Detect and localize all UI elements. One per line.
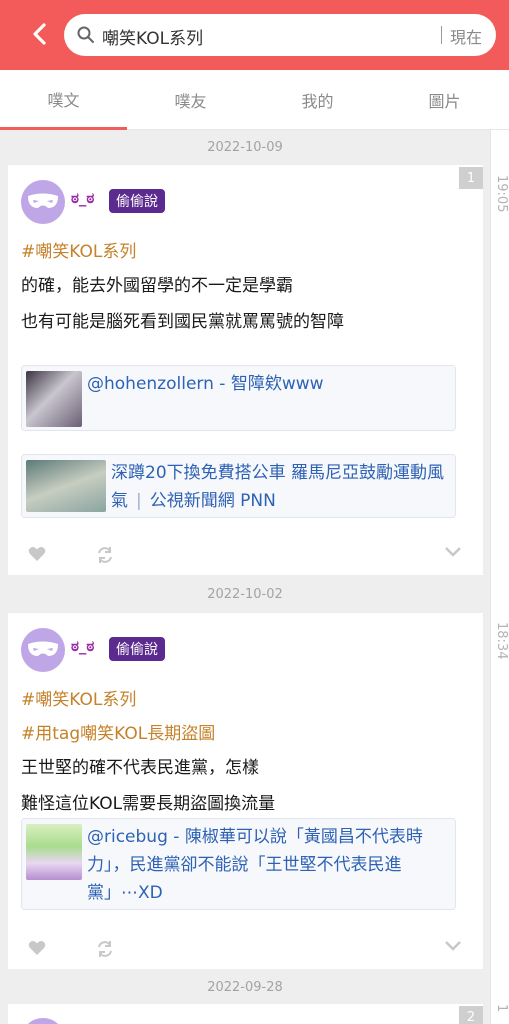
mask-icon bbox=[28, 193, 58, 208]
avatar[interactable] bbox=[21, 180, 65, 224]
hashtag-link[interactable]: #嘲笑KOL系列 bbox=[21, 237, 136, 262]
chevron-down-icon[interactable] bbox=[444, 940, 462, 952]
post-text: 王世堅的確不代表民進黨，怎樣 bbox=[21, 758, 259, 778]
mask-icon bbox=[28, 641, 58, 656]
tab-friends[interactable]: 噗友 bbox=[127, 70, 254, 130]
search-divider bbox=[441, 26, 442, 44]
search-bar[interactable]: 嘲笑KOL系列 現在 bbox=[64, 14, 496, 56]
hashtag-link[interactable]: #嘲笑KOL系列 bbox=[21, 685, 136, 710]
timeline-rail[interactable] bbox=[490, 130, 509, 1024]
replurk-icon[interactable] bbox=[96, 546, 114, 564]
link-thumbnail bbox=[26, 460, 106, 512]
replurk-icon[interactable] bbox=[96, 940, 114, 958]
now-button[interactable]: 現在 bbox=[450, 24, 482, 48]
response-count-badge: 2 bbox=[459, 1006, 483, 1024]
response-count-badge: 1 bbox=[459, 167, 483, 189]
avatar[interactable] bbox=[21, 628, 65, 672]
tab-mine[interactable]: 我的 bbox=[254, 70, 381, 130]
link-preview[interactable]: @hohenzollern - 智障欸www bbox=[21, 365, 456, 431]
hashtag-link[interactable]: #用tag嘲笑KOL長期盜圖 bbox=[21, 719, 215, 744]
anonymous-badge: 偷偷說 bbox=[109, 637, 165, 661]
date-separator: 2022-10-02 bbox=[207, 586, 283, 602]
date-separator: 2022-10-09 bbox=[207, 139, 283, 155]
top-bar: 嘲笑KOL系列 現在 bbox=[0, 0, 509, 70]
link-title[interactable]: 深蹲20下換免費搭公車 羅馬尼亞鼓勵運動風氣 | 公視新聞網 PNN bbox=[111, 459, 449, 515]
heart-icon[interactable] bbox=[28, 940, 46, 956]
time-label: 19:05 bbox=[494, 175, 509, 213]
link-title[interactable]: @hohenzollern - 智障欸www bbox=[87, 370, 449, 398]
post-card[interactable]: 2 bbox=[8, 1004, 483, 1024]
link-thumbnail bbox=[26, 824, 82, 880]
post-text: 的確，能去外國留學的不一定是學霸 bbox=[21, 276, 293, 296]
user-nickname[interactable]: ಠ_ಠ bbox=[71, 189, 94, 207]
tab-bar: 噗文 噗友 我的 圖片 bbox=[0, 70, 509, 130]
tab-posts[interactable]: 噗文 bbox=[0, 70, 127, 130]
user-nickname[interactable]: ಠ_ಠ bbox=[71, 637, 94, 655]
link-preview[interactable]: 深蹲20下換免費搭公車 羅馬尼亞鼓勵運動風氣 | 公視新聞網 PNN bbox=[21, 454, 456, 518]
link-thumbnail bbox=[26, 371, 82, 427]
post-card[interactable]: ಠ_ಠ 偷偷說 #嘲笑KOL系列 #用tag嘲笑KOL長期盜圖 王世堅的確不代表… bbox=[8, 613, 483, 969]
link-preview[interactable]: @ricebug - 陳椒華可以說「黃國昌不代表時力」，民進黨卻不能說「王世堅不… bbox=[21, 818, 456, 910]
heart-icon[interactable] bbox=[28, 546, 46, 562]
search-icon bbox=[77, 26, 94, 43]
anonymous-badge: 偷偷說 bbox=[109, 189, 165, 213]
post-text: 也有可能是腦死看到國民黨就罵罵號的智障 bbox=[21, 312, 344, 332]
search-input[interactable]: 嘲笑KOL系列 bbox=[102, 24, 203, 49]
tab-images[interactable]: 圖片 bbox=[381, 70, 508, 130]
chevron-left-icon bbox=[33, 23, 46, 45]
time-label: 1 bbox=[494, 1004, 509, 1013]
post-text: 難怪這位KOL需要長期盜圖換流量 bbox=[21, 794, 276, 814]
post-card[interactable]: 1 ಠ_ಠ 偷偷說 #嘲笑KOL系列 的確，能去外國留學的不一定是學霸 也有可能… bbox=[8, 165, 483, 575]
avatar[interactable] bbox=[21, 1018, 65, 1024]
chevron-down-icon[interactable] bbox=[444, 546, 462, 558]
time-label: 18:34 bbox=[494, 622, 509, 660]
back-button[interactable] bbox=[24, 18, 56, 50]
date-separator: 2022-09-28 bbox=[207, 979, 283, 995]
link-title[interactable]: @ricebug - 陳椒華可以說「黃國昌不代表時力」，民進黨卻不能說「王世堅不… bbox=[87, 823, 449, 907]
